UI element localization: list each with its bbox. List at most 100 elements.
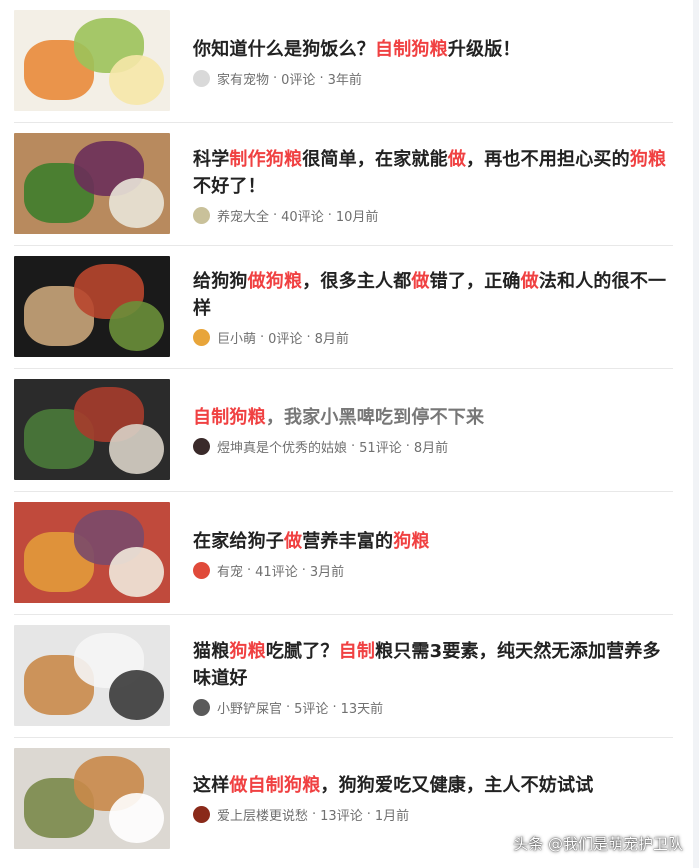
meta-separator: · — [301, 562, 306, 578]
article-title[interactable]: 科学制作狗粮很简单，在家就能做，再也不用担心买的狗粮不好了！ — [193, 146, 673, 200]
comment-count[interactable]: 5评论 — [294, 698, 328, 717]
meta-separator: · — [260, 329, 265, 345]
article-thumbnail[interactable] — [14, 748, 170, 849]
article-thumbnail[interactable] — [14, 625, 170, 726]
title-text: ，再也不用担心买的 — [466, 149, 630, 170]
article-item[interactable]: 你知道什么是狗饭么？自制狗粮升级版！ 家有宠物 · 0评论 · 3年前 — [0, 10, 699, 115]
title-keyword-highlight: 制作狗粮 — [229, 149, 303, 170]
publish-time: 3月前 — [309, 564, 345, 580]
article-meta: 养宠大全 · 40评论 · 10月前 — [193, 206, 673, 225]
comment-count[interactable]: 51评论 — [359, 437, 402, 456]
author-name[interactable]: 家有宠物 — [217, 69, 269, 88]
article-item[interactable]: 自制狗粮，我家小黑啤吃到停不下来 煜坤真是个优秀的姑娘 · 51评论 · 8月前 — [0, 379, 699, 484]
title-keyword-highlight: 做 — [284, 531, 303, 552]
article-thumbnail[interactable] — [14, 10, 170, 111]
article-title[interactable]: 猫粮狗粮吃腻了？自制粮只需3要素，纯天然无添加营养多味道好 — [193, 638, 673, 692]
article-title[interactable]: 自制狗粮，我家小黑啤吃到停不下来 — [193, 404, 673, 431]
title-keyword-highlight: 做狗粮 — [247, 271, 303, 292]
article-title[interactable]: 这样做自制狗粮，狗狗爱吃又健康，主人不妨试试 — [193, 772, 673, 799]
meta-separator: · — [273, 70, 278, 86]
article-item[interactable]: 科学制作狗粮很简单，在家就能做，再也不用担心买的狗粮不好了！ 养宠大全 · 40评论 ·… — [0, 133, 699, 238]
item-divider — [14, 491, 673, 492]
meta-separator: · — [366, 806, 371, 822]
meta-separator: · — [332, 699, 337, 715]
title-text: 不好了！ — [193, 176, 266, 197]
title-keyword-highlight: 做 — [447, 149, 467, 170]
publish-time: 10月前 — [335, 209, 379, 225]
publish-time: 13天前 — [340, 701, 384, 717]
comment-count[interactable]: 0评论 — [268, 328, 302, 347]
title-keyword-highlight: 做自制狗粮 — [229, 775, 321, 796]
item-divider — [14, 122, 673, 123]
author-name[interactable]: 养宠大全 — [217, 206, 269, 225]
author-avatar[interactable] — [193, 69, 210, 87]
title-text: 很简单，在家就能 — [302, 149, 448, 170]
title-text: 科学 — [193, 149, 230, 170]
meta-separator: · — [405, 438, 410, 454]
publish-time: 1月前 — [374, 808, 410, 824]
article-item[interactable]: 在家给狗子做营养丰富的狗粮 有宠 · 41评论 · 3月前 — [0, 502, 699, 607]
author-name[interactable]: 有宠 — [217, 561, 243, 580]
author-name[interactable]: 煜坤真是个优秀的姑娘 — [217, 437, 347, 456]
author-avatar[interactable] — [193, 805, 210, 823]
title-text: 给狗狗 — [193, 271, 248, 292]
title-text: ，狗狗爱吃又健康，主人不妨试试 — [320, 775, 594, 796]
meta-separator: · — [247, 562, 252, 578]
title-keyword-highlight: 狗粮 — [629, 149, 667, 170]
author-avatar[interactable] — [193, 328, 210, 346]
item-divider — [14, 737, 673, 738]
title-text: ，很多主人都 — [302, 271, 412, 292]
author-name[interactable]: 爱上层楼更说愁 — [217, 805, 308, 824]
item-divider — [14, 245, 673, 246]
meta-separator: · — [306, 329, 311, 345]
title-keyword-highlight: 自制狗粮 — [193, 407, 266, 428]
title-text: 猫粮 — [193, 641, 230, 662]
article-meta: 有宠 · 41评论 · 3月前 — [193, 561, 673, 580]
title-text: ，我家小黑啤吃到停不下来 — [265, 407, 485, 428]
article-thumbnail[interactable] — [14, 256, 170, 357]
article-title[interactable]: 给狗狗做狗粮，很多主人都做错了，正确做法和人的很不一样 — [193, 268, 673, 322]
title-keyword-highlight: 做 — [411, 271, 430, 292]
article-meta: 小野铲屎官 · 5评论 · 13天前 — [193, 698, 673, 717]
publish-time: 8月前 — [314, 331, 349, 347]
article-title[interactable]: 在家给狗子做营养丰富的狗粮 — [193, 528, 673, 555]
title-keyword-highlight: 自制 — [338, 641, 376, 662]
author-name[interactable]: 巨小萌 — [217, 328, 256, 347]
item-divider — [14, 368, 673, 369]
article-title[interactable]: 你知道什么是狗饭么？自制狗粮升级版！ — [193, 36, 673, 63]
comment-count[interactable]: 40评论 — [281, 206, 324, 225]
author-avatar[interactable] — [193, 206, 210, 224]
publish-time: 3年前 — [327, 72, 362, 88]
meta-separator: · — [273, 207, 278, 223]
meta-separator: · — [319, 70, 324, 86]
author-avatar[interactable] — [193, 437, 210, 455]
title-keyword-highlight: 狗粮 — [229, 641, 266, 662]
article-meta: 家有宠物 · 0评论 · 3年前 — [193, 69, 673, 88]
comment-count[interactable]: 0评论 — [281, 69, 315, 88]
comment-count[interactable]: 41评论 — [255, 561, 298, 580]
title-text: 升级版！ — [447, 39, 521, 60]
meta-separator: · — [351, 438, 356, 454]
title-keyword-highlight: 狗粮 — [393, 531, 430, 552]
article-meta: 爱上层楼更说愁 · 13评论 · 1月前 — [193, 805, 673, 824]
meta-separator: · — [312, 806, 317, 822]
meta-separator: · — [286, 699, 291, 715]
article-meta: 巨小萌 · 0评论 · 8月前 — [193, 328, 673, 347]
author-avatar[interactable] — [193, 561, 210, 579]
author-name[interactable]: 小野铲屎官 — [217, 698, 282, 717]
scrollbar[interactable] — [693, 0, 699, 868]
article-thumbnail[interactable] — [14, 133, 170, 234]
article-item[interactable]: 给狗狗做狗粮，很多主人都做错了，正确做法和人的很不一样 巨小萌 · 0评论 · 8月前 — [0, 256, 699, 361]
watermark: 头条 @我们是萌宠护卫队 — [513, 835, 683, 853]
title-text: 你知道什么是狗饭么？ — [193, 39, 375, 60]
meta-separator: · — [327, 207, 332, 223]
comment-count[interactable]: 13评论 — [320, 805, 363, 824]
title-text: 营养丰富的 — [302, 531, 394, 552]
article-thumbnail[interactable] — [14, 502, 170, 603]
title-text: 吃腻了？ — [265, 641, 339, 662]
article-item[interactable]: 猫粮狗粮吃腻了？自制粮只需3要素，纯天然无添加营养多味道好 小野铲屎官 · 5评论 · 1… — [0, 625, 699, 730]
author-avatar[interactable] — [193, 698, 210, 716]
title-keyword-highlight: 自制狗粮 — [375, 39, 448, 60]
title-text: 在家给狗子 — [193, 531, 284, 552]
article-thumbnail[interactable] — [14, 379, 170, 480]
